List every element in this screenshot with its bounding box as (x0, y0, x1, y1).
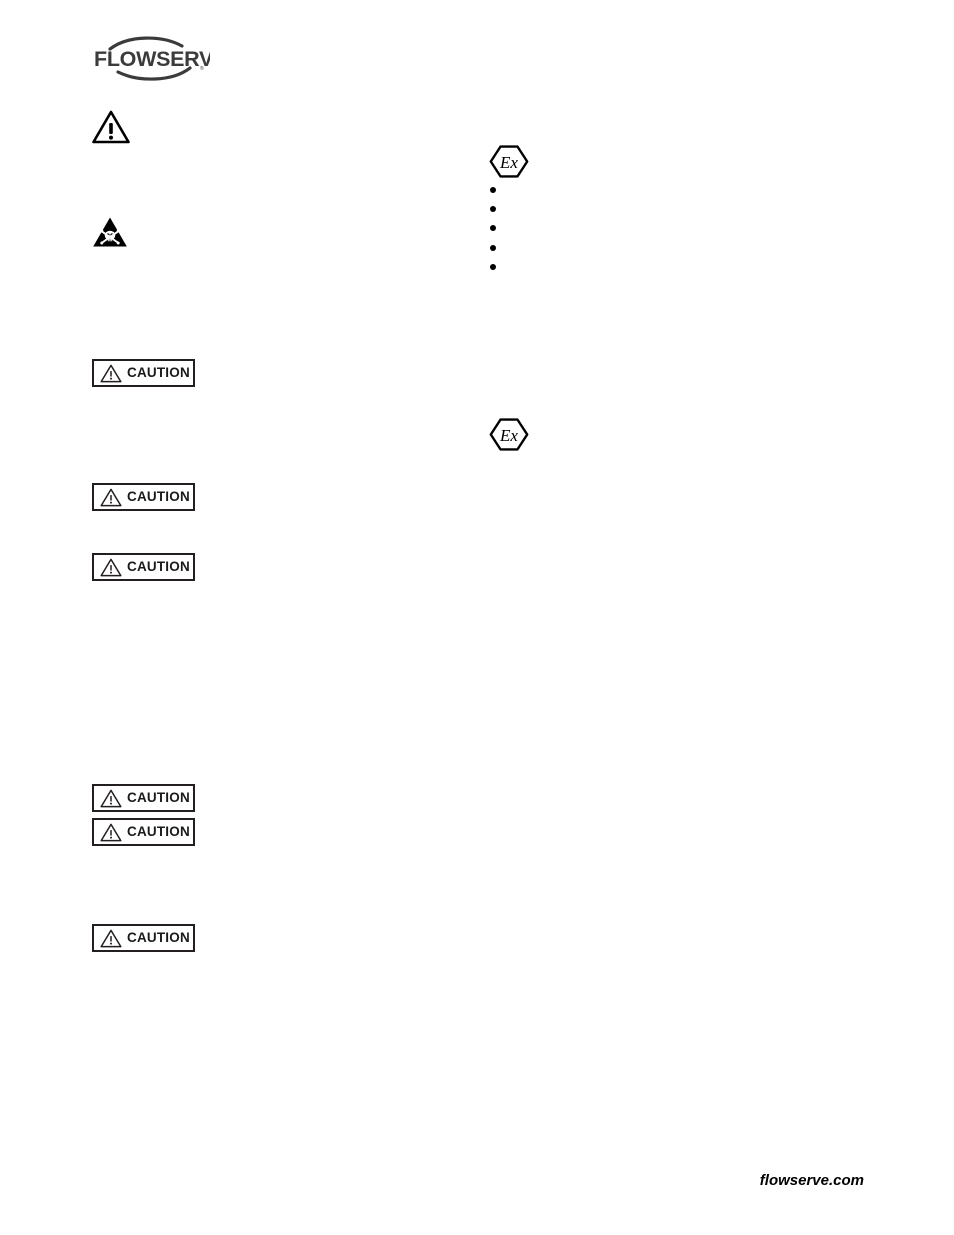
warning-triangle-icon (100, 929, 122, 948)
caution-badge: CAUTION (92, 924, 195, 952)
list-item-bullet (490, 225, 496, 231)
warning-triangle-icon (100, 789, 122, 808)
atex-ex-hexagon-icon: Ex (489, 145, 529, 178)
warning-triangle-icon (100, 364, 122, 383)
warning-triangle-icon (100, 823, 122, 842)
caution-badge: CAUTION (92, 784, 195, 812)
toxic-hazard-icon (92, 216, 128, 248)
caution-label: CAUTION (127, 365, 190, 381)
warning-triangle-icon (100, 488, 122, 507)
caution-label: CAUTION (127, 824, 190, 840)
svg-text:FLOWSERVE: FLOWSERVE (94, 47, 210, 71)
svg-text:Ex: Ex (499, 153, 518, 172)
document-page: FLOWSERVE ® (0, 0, 954, 1235)
list-item-bullet (490, 245, 496, 251)
list-item-bullet (490, 187, 496, 193)
caution-label: CAUTION (127, 930, 190, 946)
atex-ex-hexagon-icon: Ex (489, 418, 529, 451)
footer-url[interactable]: flowserve.com (760, 1172, 864, 1189)
caution-badge: CAUTION (92, 359, 195, 387)
list-item-bullet (490, 264, 496, 270)
svg-text:Ex: Ex (499, 426, 518, 445)
warning-exclamation-icon (92, 110, 130, 144)
caution-badge: CAUTION (92, 818, 195, 846)
caution-label: CAUTION (127, 489, 190, 505)
flowserve-logo: FLOWSERVE ® (90, 32, 210, 84)
svg-text:®: ® (200, 65, 204, 72)
list-item-bullet (490, 206, 496, 212)
caution-badge: CAUTION (92, 553, 195, 581)
caution-label: CAUTION (127, 559, 190, 575)
warning-triangle-icon (100, 558, 122, 577)
caution-badge: CAUTION (92, 483, 195, 511)
caution-label: CAUTION (127, 790, 190, 806)
